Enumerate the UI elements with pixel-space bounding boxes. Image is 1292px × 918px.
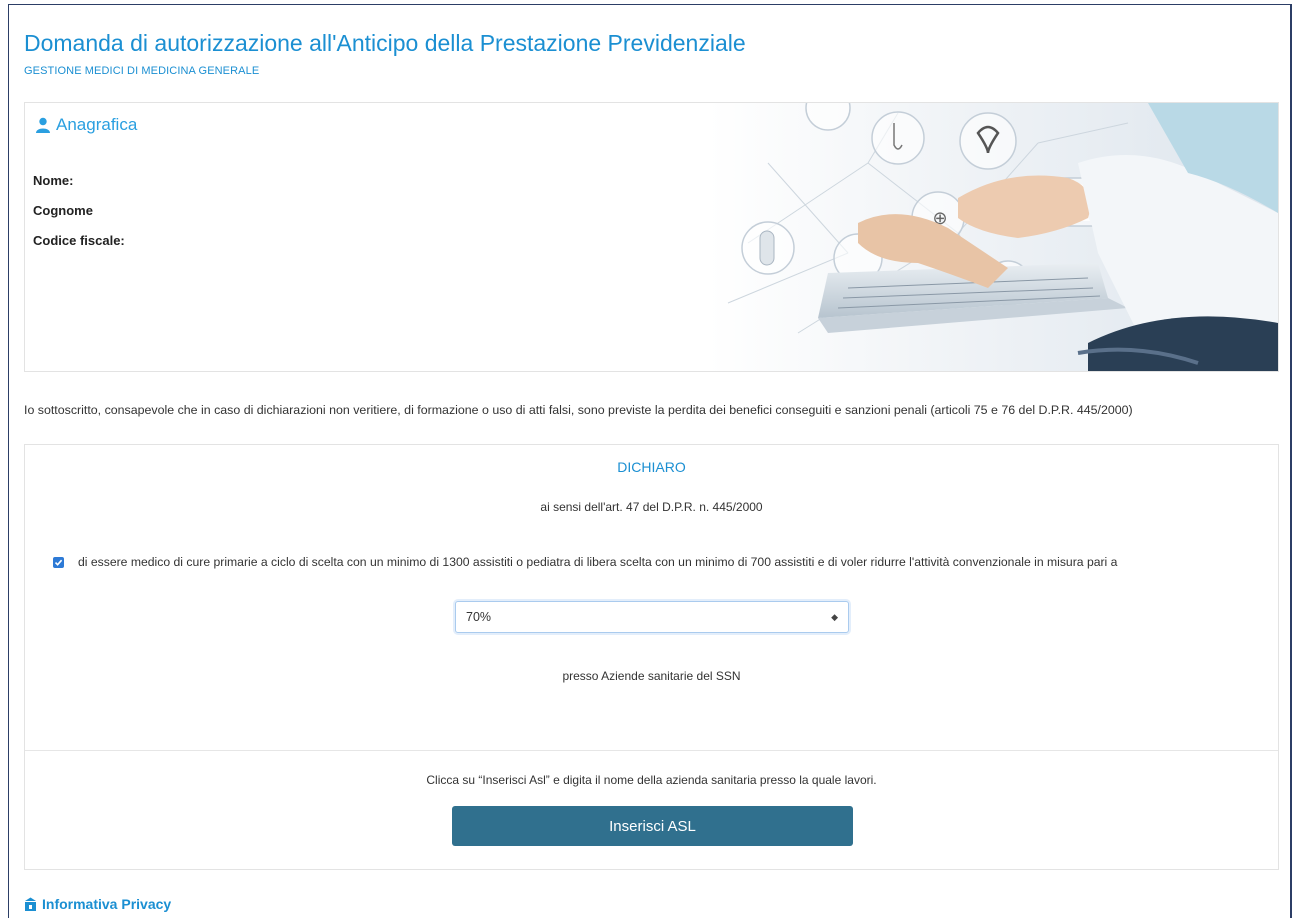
dichiaro-panel: DICHIARO ai sensi dell'art. 47 del D.P.R… — [24, 444, 1279, 870]
declaration-text: Io sottoscritto, consapevole che in caso… — [24, 403, 1133, 417]
percentage-select-value: 70% — [466, 610, 492, 624]
privacy-link[interactable]: Informativa Privacy — [24, 896, 171, 912]
anagrafica-heading-label: Anagrafica — [56, 115, 138, 134]
instruction-text: Clicca su “Inserisci Asl” e digita il no… — [426, 773, 877, 787]
privacy-icon — [25, 897, 36, 911]
dichiaro-title: DICHIARO — [617, 459, 686, 475]
cognome-label: Cognome — [33, 203, 93, 218]
page-subtitle: GESTIONE MEDICI DI MEDICINA GENERALE — [24, 65, 260, 77]
hero-medical-image: ⊕ — [708, 103, 1278, 371]
page-title: Domanda di autorizzazione all'Anticipo d… — [24, 30, 746, 56]
privacy-label: Informativa Privacy — [42, 896, 172, 912]
divider — [25, 750, 1278, 751]
user-icon — [36, 117, 50, 133]
select-caret-icon: ◆ — [831, 611, 838, 622]
anagrafica-panel: Anagrafica Nome: Cognome Codice fiscale: — [24, 102, 1279, 372]
checkmark-icon — [54, 559, 63, 566]
medico-checkbox[interactable] — [53, 556, 64, 568]
anagrafica-heading: Anagrafica — [35, 115, 137, 135]
dichiaro-subtitle: ai sensi dell'art. 47 del D.P.R. n. 445/… — [540, 500, 763, 514]
inserisci-asl-button[interactable]: Inserisci ASL — [452, 806, 853, 846]
codice-fiscale-label: Codice fiscale: — [33, 233, 125, 248]
anagrafica-fields: Nome: Cognome Codice fiscale: — [33, 173, 125, 263]
presso-text: presso Aziende sanitarie del SSN — [562, 669, 741, 683]
medico-checkbox-label: di essere medico di cure primarie a cicl… — [78, 555, 1118, 569]
percentage-select[interactable]: 70% ◆ — [455, 601, 849, 633]
nome-label: Nome: — [33, 173, 74, 188]
medico-checkbox-row[interactable]: di essere medico di cure primarie a cicl… — [53, 555, 1117, 569]
